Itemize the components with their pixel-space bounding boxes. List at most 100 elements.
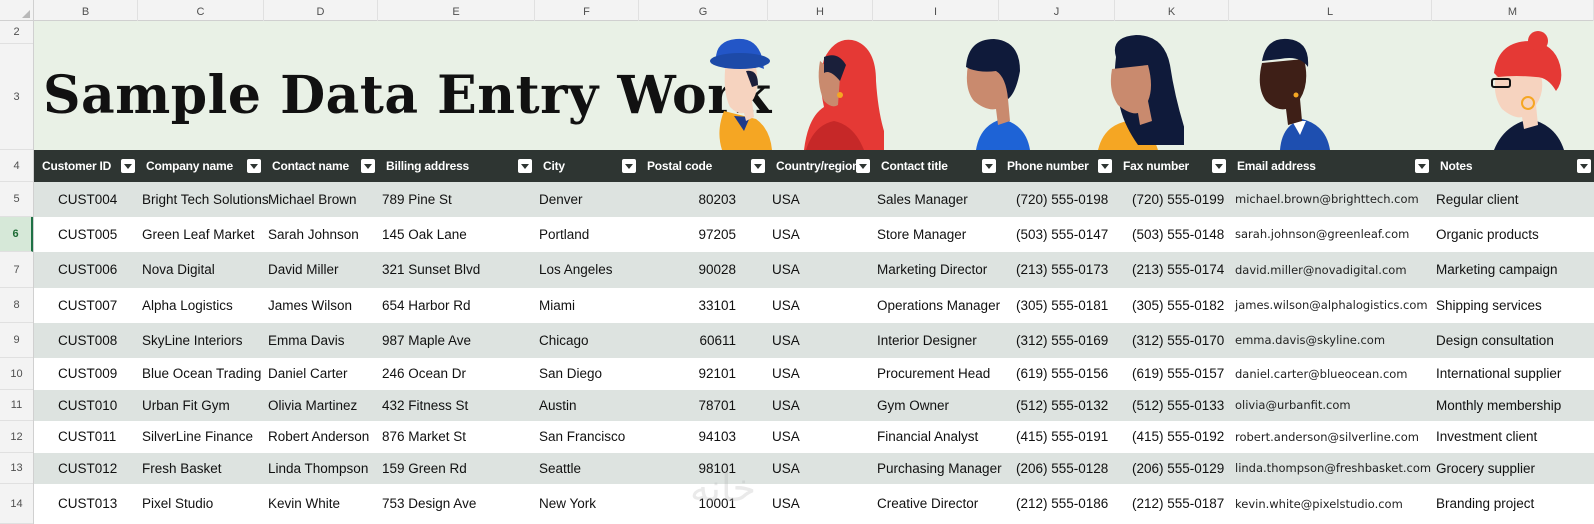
cell-postal-code[interactable]: 97205 — [639, 217, 768, 252]
column-letter-m[interactable]: M — [1432, 0, 1594, 21]
cell-email-address[interactable]: emma.davis@skyline.com — [1229, 323, 1432, 358]
cell-country-region[interactable]: USA — [768, 288, 873, 323]
row-number-13[interactable]: 13 — [0, 453, 33, 484]
cell-email-address[interactable]: david.miller@novadigital.com — [1229, 252, 1432, 288]
cell-billing-address[interactable]: 159 Green Rd — [378, 453, 535, 484]
cell-contact-title[interactable]: Creative Director — [873, 484, 999, 524]
cell-billing-address[interactable]: 321 Sunset Blvd — [378, 252, 535, 288]
cell-customer-id[interactable]: CUST013 — [34, 484, 138, 524]
filter-dropdown-icon[interactable] — [856, 159, 870, 173]
cell-country-region[interactable]: USA — [768, 390, 873, 421]
cell-phone-number[interactable]: (720) 555-0198 — [999, 182, 1115, 217]
cell-customer-id[interactable]: CUST005 — [34, 217, 138, 252]
cell-contact-name[interactable]: Olivia Martinez — [264, 390, 378, 421]
row-number-12[interactable]: 12 — [0, 421, 33, 453]
filter-dropdown-icon[interactable] — [518, 159, 532, 173]
cell-country-region[interactable]: USA — [768, 453, 873, 484]
cell-billing-address[interactable]: 987 Maple Ave — [378, 323, 535, 358]
filter-dropdown-icon[interactable] — [751, 159, 765, 173]
cell-phone-number[interactable]: (415) 555-0191 — [999, 421, 1115, 453]
cell-company-name[interactable]: Green Leaf Market — [138, 217, 264, 252]
cell-postal-code[interactable]: 60611 — [639, 323, 768, 358]
cell-email-address[interactable]: sarah.johnson@greenleaf.com — [1229, 217, 1432, 252]
row-number-9[interactable]: 9 — [0, 323, 33, 358]
cell-notes[interactable]: Monthly membership — [1432, 390, 1594, 421]
cell-customer-id[interactable]: CUST007 — [34, 288, 138, 323]
row-number-10[interactable]: 10 — [0, 358, 33, 390]
row-number-14[interactable]: 14 — [0, 484, 33, 524]
column-letter-g[interactable]: G — [639, 0, 768, 21]
cell-email-address[interactable]: robert.anderson@silverline.com — [1229, 421, 1432, 453]
cell-email-address[interactable]: olivia@urbanfit.com — [1229, 390, 1432, 421]
cell-city[interactable]: San Diego — [535, 358, 639, 390]
cell-notes[interactable]: Branding project — [1432, 484, 1594, 524]
cell-company-name[interactable]: Fresh Basket — [138, 453, 264, 484]
cell-fax-number[interactable]: (503) 555-0148 — [1115, 217, 1229, 252]
cell-customer-id[interactable]: CUST011 — [34, 421, 138, 453]
cell-company-name[interactable]: Pixel Studio — [138, 484, 264, 524]
cell-email-address[interactable]: daniel.carter@blueocean.com — [1229, 358, 1432, 390]
cell-postal-code[interactable]: 90028 — [639, 252, 768, 288]
cell-country-region[interactable]: USA — [768, 323, 873, 358]
cell-contact-title[interactable]: Purchasing Manager — [873, 453, 1002, 484]
cell-billing-address[interactable]: 753 Design Ave — [378, 484, 535, 524]
cell-contact-title[interactable]: Sales Manager — [873, 182, 999, 217]
cell-phone-number[interactable]: (212) 555-0186 — [999, 484, 1115, 524]
cell-phone-number[interactable]: (312) 555-0169 — [999, 323, 1115, 358]
cell-country-region[interactable]: USA — [768, 421, 873, 453]
cell-fax-number[interactable]: (720) 555-0199 — [1115, 182, 1229, 217]
filter-dropdown-icon[interactable] — [1415, 159, 1429, 173]
cell-postal-code[interactable]: 92101 — [639, 358, 768, 390]
cell-notes[interactable]: International supplier — [1432, 358, 1594, 390]
column-letter-l[interactable]: L — [1229, 0, 1432, 21]
column-letter-j[interactable]: J — [999, 0, 1115, 21]
cell-country-region[interactable]: USA — [768, 217, 873, 252]
cell-postal-code[interactable]: 33101 — [639, 288, 768, 323]
cell-contact-name[interactable]: Robert Anderson — [264, 421, 378, 453]
cell-email-address[interactable]: michael.brown@brighttech.com — [1229, 182, 1432, 217]
cell-country-region[interactable]: USA — [768, 484, 873, 524]
filter-dropdown-icon[interactable] — [1577, 159, 1591, 173]
cell-country-region[interactable]: USA — [768, 182, 873, 217]
filter-dropdown-icon[interactable] — [361, 159, 375, 173]
cell-billing-address[interactable]: 145 Oak Lane — [378, 217, 535, 252]
cell-fax-number[interactable]: (619) 555-0157 — [1115, 358, 1229, 390]
cell-city[interactable]: Chicago — [535, 323, 639, 358]
column-letter-d[interactable]: D — [264, 0, 378, 21]
cell-country-region[interactable]: USA — [768, 358, 873, 390]
cell-city[interactable]: Los Angeles — [535, 252, 639, 288]
cell-notes[interactable]: Grocery supplier — [1432, 453, 1594, 484]
cell-billing-address[interactable]: 876 Market St — [378, 421, 535, 453]
cell-contact-title[interactable]: Gym Owner — [873, 390, 999, 421]
cell-customer-id[interactable]: CUST006 — [34, 252, 138, 288]
cell-customer-id[interactable]: CUST008 — [34, 323, 138, 358]
row-number-11[interactable]: 11 — [0, 390, 33, 421]
row-number-6[interactable]: 6 — [0, 217, 33, 252]
column-letter-c[interactable]: C — [138, 0, 264, 21]
cell-phone-number[interactable]: (619) 555-0156 — [999, 358, 1115, 390]
row-number-2[interactable]: 2 — [0, 21, 33, 44]
cell-company-name[interactable]: Urban Fit Gym — [138, 390, 264, 421]
cell-email-address[interactable]: kevin.white@pixelstudio.com — [1229, 484, 1432, 524]
cell-customer-id[interactable]: CUST004 — [34, 182, 138, 217]
cell-contact-title[interactable]: Store Manager — [873, 217, 999, 252]
row-number-4[interactable]: 4 — [0, 150, 33, 182]
cell-notes[interactable]: Organic products — [1432, 217, 1594, 252]
column-letter-e[interactable]: E — [378, 0, 535, 21]
cell-contact-name[interactable]: Emma Davis — [264, 323, 378, 358]
cell-fax-number[interactable]: (212) 555-0187 — [1115, 484, 1229, 524]
cell-notes[interactable]: Design consultation — [1432, 323, 1594, 358]
cell-contact-title[interactable]: Procurement Head — [873, 358, 999, 390]
row-number-5[interactable]: 5 — [0, 182, 33, 217]
row-number-3[interactable]: 3 — [0, 44, 33, 150]
column-letter-f[interactable]: F — [535, 0, 639, 21]
cell-contact-name[interactable]: Daniel Carter — [264, 358, 378, 390]
cell-notes[interactable]: Shipping services — [1432, 288, 1594, 323]
cell-billing-address[interactable]: 246 Ocean Dr — [378, 358, 535, 390]
cell-billing-address[interactable]: 654 Harbor Rd — [378, 288, 535, 323]
cell-email-address[interactable]: linda.thompson@freshbasket.com — [1229, 453, 1432, 484]
cell-postal-code[interactable]: 80203 — [639, 182, 768, 217]
cell-contact-name[interactable]: Linda Thompson — [264, 453, 378, 484]
filter-dropdown-icon[interactable] — [121, 159, 135, 173]
column-letter-h[interactable]: H — [768, 0, 873, 21]
